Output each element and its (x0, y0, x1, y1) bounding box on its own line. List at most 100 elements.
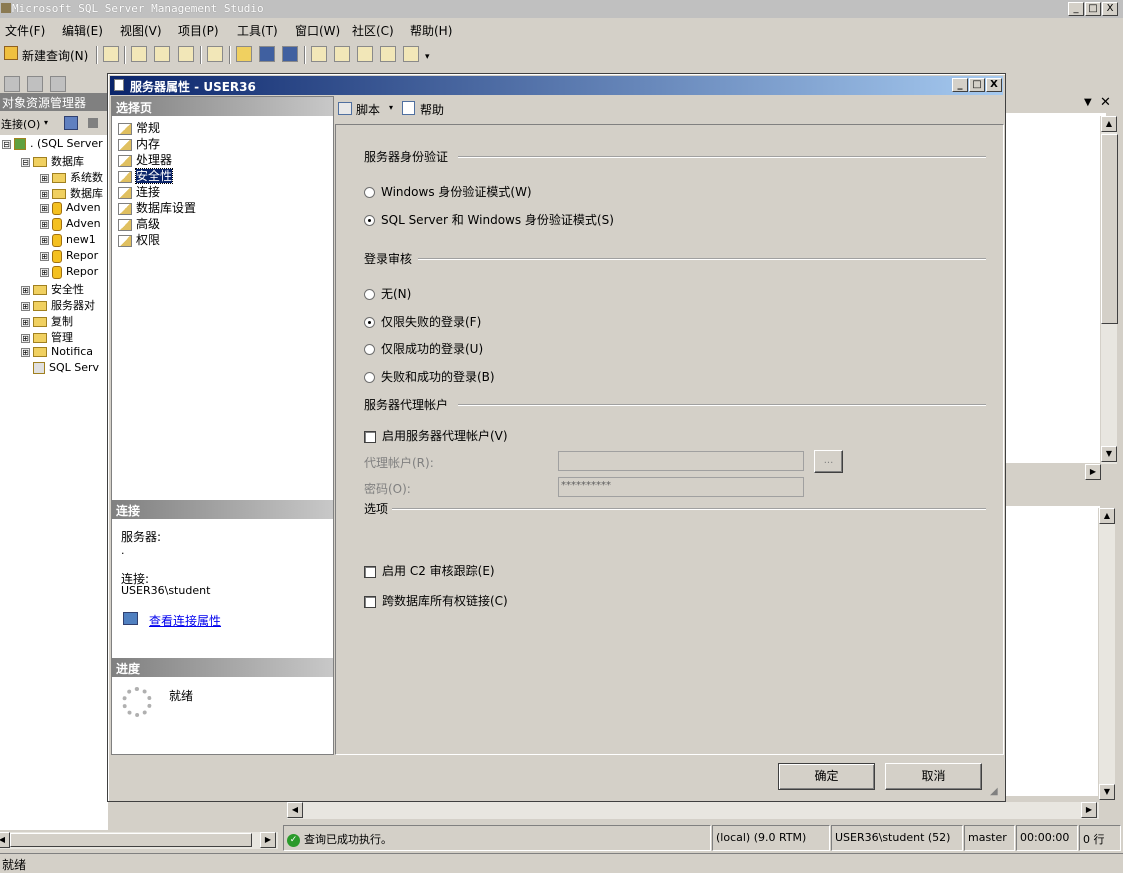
tree-item[interactable]: ⊞ Adven (40, 201, 106, 215)
tree-item[interactable]: ⊞ 复制 (21, 313, 106, 329)
ok-button[interactable]: 确定 (778, 763, 875, 790)
mdx-query-icon[interactable] (131, 46, 147, 62)
page-item[interactable]: 内存 (118, 135, 160, 152)
disconnect-icon[interactable] (64, 116, 78, 130)
menu-tools[interactable]: 工具(T) (237, 22, 278, 39)
mobile-query-icon[interactable] (207, 46, 223, 62)
audit-failed-radio[interactable]: 仅限失败的登录(F) (364, 313, 481, 330)
object-explorer-icon[interactable] (334, 46, 350, 62)
tree-item[interactable]: SQL Serv (21, 361, 106, 374)
scroll-left-button[interactable]: ◀ (0, 832, 10, 848)
menu-file[interactable]: 文件(F) (5, 22, 45, 39)
radio-windows[interactable] (364, 187, 375, 198)
menu-help[interactable]: 帮助(H) (410, 22, 452, 39)
tree-item[interactable]: ⊞ Repor (40, 249, 106, 263)
radio-mixed[interactable] (364, 215, 375, 226)
help-button[interactable]: 帮助 (420, 101, 444, 118)
new-query-button[interactable]: 新建查询(N) (22, 47, 88, 64)
toolbar-icon[interactable] (27, 76, 43, 92)
password-input[interactable]: ********** (558, 477, 804, 497)
tree-item[interactable]: ⊞ 数据库 (40, 185, 106, 201)
doc-pane-vscroll[interactable]: ▲ ▼ (1100, 116, 1118, 464)
auth-mixed-radio[interactable]: SQL Server 和 Windows 身份验证模式(S) (364, 211, 614, 228)
scroll-down-button[interactable]: ▼ (1099, 784, 1115, 800)
xmla-query-icon[interactable] (178, 46, 194, 62)
page-item[interactable]: 高级 (118, 215, 160, 232)
cancel-button[interactable]: 取消 (885, 763, 982, 790)
tree-item[interactable]: ⊞ Notifica (21, 345, 106, 358)
tree-item[interactable]: ⊟ 数据库 (21, 153, 106, 169)
tree-item[interactable]: ⊟ . (SQL Server (2, 137, 106, 150)
tree-expander-icon[interactable]: ⊞ (21, 301, 30, 311)
tree-item[interactable]: ⊞ 系统数 (40, 169, 106, 185)
dialog-maximize-button[interactable]: □ (969, 78, 985, 92)
c2-audit-checkbox[interactable]: 启用 C2 审核跟踪(E) (364, 562, 495, 579)
maximize-button[interactable]: □ (1085, 2, 1101, 16)
connect-dropdown[interactable]: 连接(O) (1, 116, 40, 132)
close-button[interactable]: X (1102, 2, 1118, 16)
chevron-down-icon[interactable]: ▾ (44, 118, 48, 127)
tree-item[interactable]: ⊞ 服务器对 (21, 297, 106, 313)
radio-audit-success[interactable] (364, 344, 375, 355)
chevron-down-icon[interactable]: ▾ (389, 103, 393, 112)
checkbox-proxy[interactable] (364, 430, 376, 443)
page-item[interactable]: 权限 (118, 231, 160, 248)
save-icon[interactable] (259, 46, 275, 62)
radio-audit-none[interactable] (364, 289, 375, 300)
scroll-thumb[interactable] (1101, 134, 1118, 324)
cross-db-checkbox[interactable]: 跨数据库所有权链接(C) (364, 592, 508, 609)
toolbar-icon[interactable] (4, 76, 20, 92)
new-file-icon[interactable] (103, 46, 119, 62)
toolbar-icon[interactable] (50, 76, 66, 92)
scroll-up-button[interactable]: ▲ (1099, 508, 1115, 524)
save-all-icon[interactable] (282, 46, 298, 62)
view-connection-properties-link[interactable]: 查看连接属性 (149, 612, 221, 629)
scroll-right-button[interactable]: ▶ (1085, 464, 1101, 480)
scroll-up-button[interactable]: ▲ (1101, 116, 1117, 132)
page-item[interactable]: 数据库设置 (118, 199, 196, 216)
menu-view[interactable]: 视图(V) (120, 22, 162, 39)
scroll-down-button[interactable]: ▼ (1101, 446, 1117, 462)
tree-expander-icon[interactable]: ⊞ (40, 203, 49, 213)
page-item[interactable]: 常规 (118, 119, 160, 136)
tree-expander-icon[interactable]: ⊟ (21, 157, 30, 167)
dmx-query-icon[interactable] (154, 46, 170, 62)
audit-success-radio[interactable]: 仅限成功的登录(U) (364, 340, 483, 357)
tree-item[interactable]: ⊞ 安全性 (21, 281, 106, 297)
proxy-enable-checkbox[interactable]: 启用服务器代理帐户(V) (364, 427, 508, 444)
tree-expander-icon[interactable]: ⊞ (21, 347, 30, 357)
explorer-hscroll[interactable]: ◀ ▶ (0, 832, 278, 849)
tree-expander-icon[interactable]: ⊞ (40, 235, 49, 245)
tree-item[interactable]: ⊞ Repor (40, 265, 106, 279)
chevron-down-icon[interactable]: ▼ (1084, 97, 1092, 108)
stop-icon[interactable] (88, 118, 98, 128)
tree-item[interactable]: ⊞ 管理 (21, 329, 106, 345)
toolbar-overflow-icon[interactable]: ▾ (425, 52, 430, 62)
auth-windows-radio[interactable]: Windows 身份验证模式(W) (364, 183, 532, 200)
tree-expander-icon[interactable]: ⊞ (40, 219, 49, 229)
audit-none-radio[interactable]: 无(N) (364, 285, 411, 302)
tree-item[interactable]: ⊞ Adven (40, 217, 106, 231)
checkbox-c2[interactable] (364, 565, 376, 578)
scroll-right-button[interactable]: ▶ (1081, 802, 1097, 818)
tree-expander-icon[interactable]: ⊞ (40, 173, 49, 183)
results-vscroll[interactable]: ▲ ▼ (1098, 508, 1115, 800)
audit-both-radio[interactable]: 失败和成功的登录(B) (364, 368, 495, 385)
tree-expander-icon[interactable]: ⊞ (40, 189, 49, 199)
scroll-right-button[interactable]: ▶ (260, 832, 276, 848)
minimize-button[interactable]: _ (1068, 2, 1084, 16)
scroll-left-button[interactable]: ◀ (287, 802, 303, 818)
tree-expander-icon[interactable]: ⊞ (21, 285, 30, 295)
tree-expander-icon[interactable]: ⊟ (2, 139, 11, 149)
menu-window[interactable]: 窗口(W) (295, 22, 340, 39)
dialog-close-button[interactable]: X (986, 78, 1002, 92)
menu-community[interactable]: 社区(C) (352, 22, 394, 39)
scroll-thumb[interactable] (10, 833, 252, 847)
template-explorer-icon[interactable] (357, 46, 373, 62)
tree-item[interactable]: ⊞ new1 (40, 233, 106, 247)
menu-project[interactable]: 项目(P) (178, 22, 219, 39)
page-item[interactable]: 处理器 (118, 151, 172, 168)
page-item[interactable]: 连接 (118, 183, 160, 200)
radio-audit-failed[interactable] (364, 317, 375, 328)
resize-grip-icon[interactable]: ◢ (990, 786, 998, 797)
